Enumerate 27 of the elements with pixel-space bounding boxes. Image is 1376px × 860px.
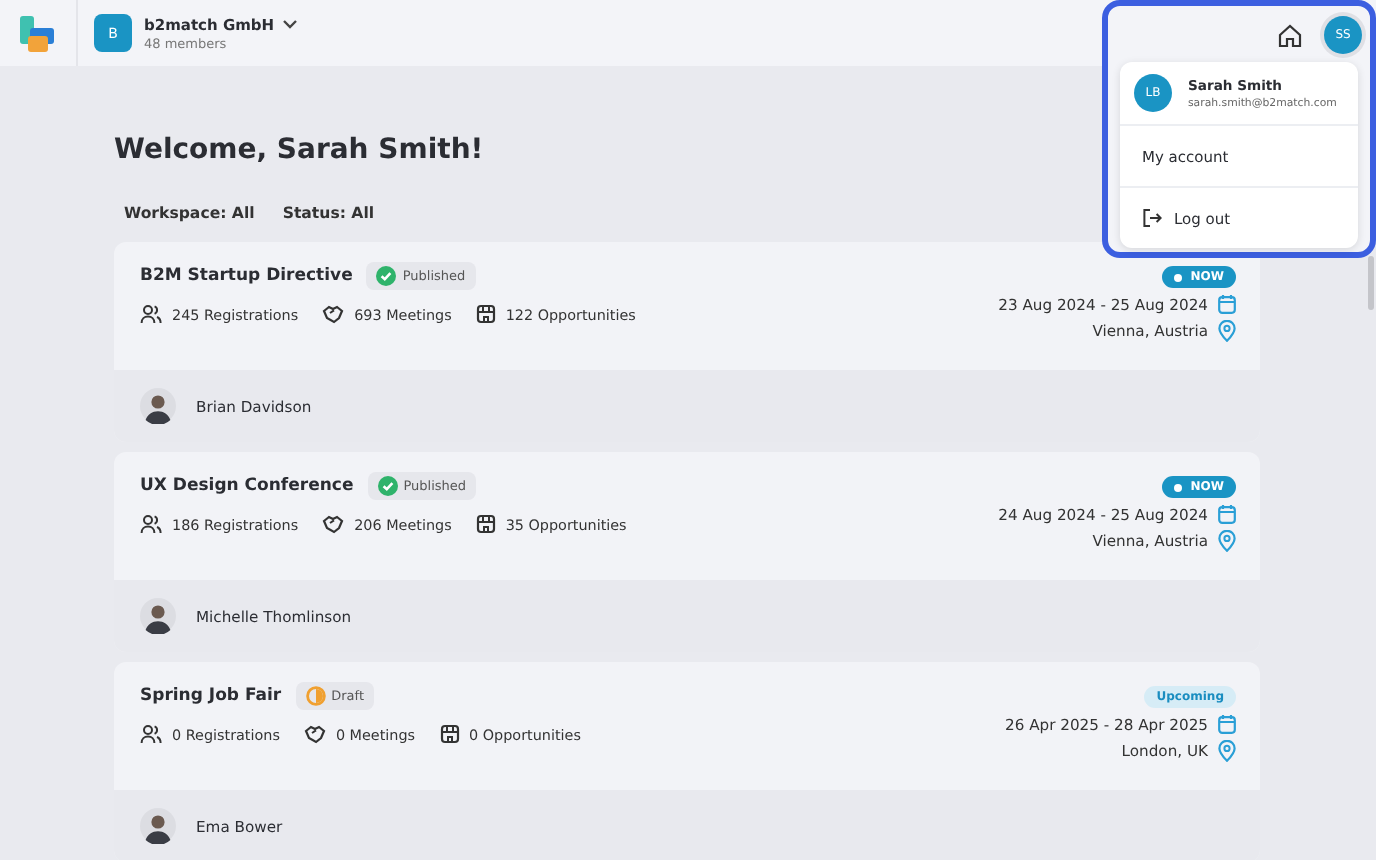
- location-pin-icon: [1218, 530, 1236, 552]
- calendar-icon: [1218, 294, 1236, 314]
- event-title: UX Design Conference: [140, 476, 354, 496]
- person-avatar: [140, 808, 176, 844]
- person-avatar: [140, 598, 176, 634]
- location-pin-icon: [1218, 740, 1236, 762]
- welcome-heading: Welcome, Sarah Smith!: [114, 132, 484, 168]
- location-pin-icon: [1218, 320, 1236, 342]
- half-circle-icon: [305, 686, 326, 706]
- person-avatar: [140, 388, 176, 424]
- calendar-icon: [1218, 714, 1236, 734]
- people-icon: [140, 514, 162, 534]
- store-icon: [439, 724, 460, 744]
- people-icon: [140, 724, 162, 744]
- store-icon: [475, 304, 496, 324]
- logo-icon[interactable]: [16, 11, 60, 55]
- people-icon: [140, 304, 162, 324]
- event-title: Spring Job Fair: [140, 686, 282, 706]
- scrollbar[interactable]: [1368, 256, 1374, 310]
- event-title: B2M Startup Directive: [140, 266, 353, 286]
- store-icon: [475, 514, 496, 534]
- calendar-icon: [1218, 504, 1236, 524]
- check-icon: [376, 266, 397, 286]
- check-icon: [377, 476, 398, 496]
- chevron-down-icon[interactable]: [282, 18, 299, 30]
- logout-icon: [1142, 208, 1162, 228]
- home-icon[interactable]: [1278, 23, 1302, 47]
